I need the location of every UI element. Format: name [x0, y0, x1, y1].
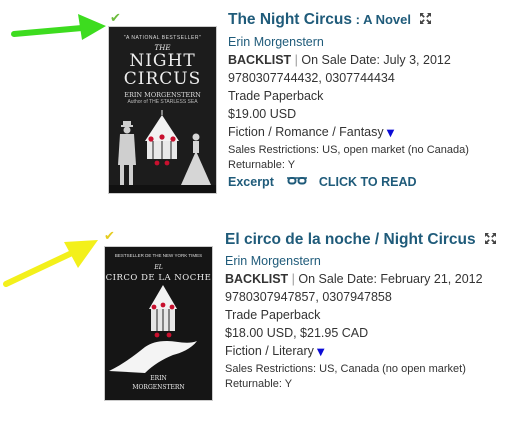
cover-title-small: EL	[154, 264, 163, 271]
cover-illustration	[109, 285, 197, 373]
click-to-read-link[interactable]: CLICK TO READ	[319, 175, 417, 189]
format-label: Trade Paperback	[225, 308, 321, 322]
author-link[interactable]: Erin Morgenstern	[228, 34, 324, 50]
check-icon[interactable]: ✔	[104, 230, 115, 243]
status-row: BACKLIST | On Sale Date: February 21, 20…	[225, 271, 483, 287]
price-label: $18.00 USD, $21.95 CAD	[225, 326, 369, 340]
expand-icon[interactable]	[420, 13, 432, 24]
status-label: BACKLIST	[228, 53, 292, 67]
cover-author: ERIN	[150, 375, 167, 382]
expand-icon[interactable]	[485, 233, 497, 244]
dropdown-arrow-icon[interactable]: ▼	[317, 347, 325, 358]
cover-author: MORGENSTERN	[132, 384, 185, 391]
book-subtitle: : A Novel	[352, 12, 412, 27]
book-title-link[interactable]: El circo de la noche / Night Circus	[225, 231, 476, 248]
yellow-arrow-annotation	[3, 240, 98, 287]
format-label: Trade Paperback	[228, 89, 324, 103]
sales-restrictions: Sales Restrictions: US, Canada (no open …	[225, 363, 466, 375]
sales-restrictions: Sales Restrictions: US, open market (no …	[228, 144, 469, 156]
green-arrow-annotation	[11, 14, 106, 40]
dropdown-arrow-icon[interactable]: ▼	[387, 128, 395, 139]
isbn-list: 9780307744432, 0307744434	[228, 71, 395, 85]
cover-title-large: NIGHT	[129, 51, 196, 71]
excerpt-link[interactable]: Excerpt	[228, 175, 274, 189]
book-title-link[interactable]: The Night Circus	[228, 11, 352, 28]
cover-top-text: BESTSELLER DE THE NEW YORK TIMES	[114, 253, 203, 258]
separator: |	[291, 53, 302, 67]
excerpt-row: Excerpt CLICK TO READ	[228, 174, 417, 190]
book-title-row: The Night Circus : A Novel	[228, 11, 432, 29]
cover-top-text: "A NATIONAL BESTSELLER"	[123, 35, 202, 41]
status-row: BACKLIST | On Sale Date: July 3, 2012	[228, 52, 451, 68]
returnable-label: Returnable: Y	[228, 159, 296, 171]
sale-date: On Sale Date: February 21, 2012	[298, 272, 483, 286]
cover-title-large: CIRCO DE LA NOCHE	[105, 273, 212, 283]
cover-title-large: CIRCUS	[123, 69, 202, 89]
cover-illustration	[109, 110, 216, 193]
category-row: Fiction / Literary ▼	[225, 343, 325, 361]
separator: |	[288, 272, 299, 286]
status-label: BACKLIST	[225, 272, 289, 286]
category-row: Fiction / Romance / Fantasy ▼	[228, 124, 394, 142]
category-label: Fiction / Romance / Fantasy	[228, 125, 384, 139]
cover-author: ERIN MORGENSTERN	[124, 91, 201, 99]
returnable-label: Returnable: Y	[225, 378, 293, 390]
price-label: $19.00 USD	[228, 107, 297, 121]
reading-glasses-icon[interactable]	[287, 176, 308, 186]
isbn-list: 9780307947857, 0307947858	[225, 290, 392, 304]
category-label: Fiction / Literary	[225, 344, 314, 358]
sale-date: On Sale Date: July 3, 2012	[301, 53, 451, 67]
cover-subline: Author of THE STARLESS SEA	[127, 99, 198, 105]
book-title-row: El circo de la noche / Night Circus	[225, 231, 497, 249]
check-icon[interactable]: ✔	[110, 12, 121, 25]
book-cover-night-circus[interactable]: "A NATIONAL BESTSELLER" THE NIGHT CIRCUS…	[108, 26, 217, 194]
book-cover-el-circo-de-la-noche[interactable]: BESTSELLER DE THE NEW YORK TIMES EL CIRC…	[104, 246, 213, 401]
author-link[interactable]: Erin Morgenstern	[225, 253, 321, 269]
